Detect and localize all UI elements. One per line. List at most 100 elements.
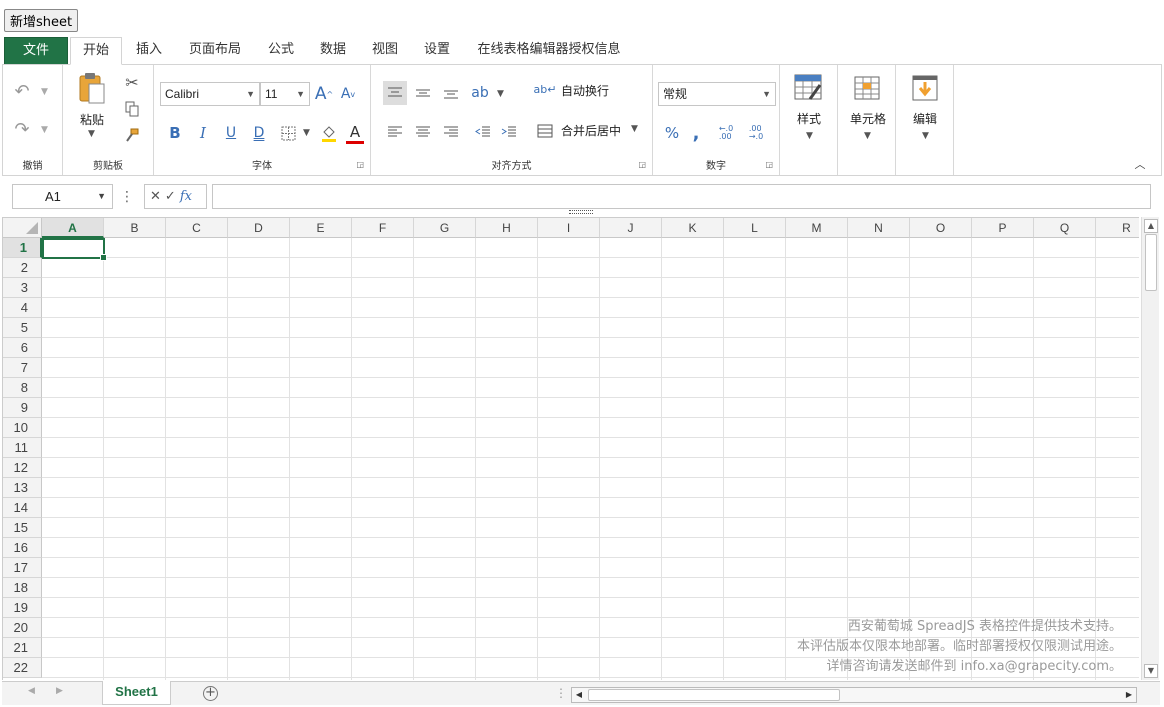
comma-style-icon[interactable]: , xyxy=(689,123,703,144)
select-all-corner[interactable] xyxy=(3,218,42,238)
tab-splitter-icon[interactable]: ⋮ xyxy=(555,686,567,700)
cancel-icon[interactable]: ✕ xyxy=(150,189,161,204)
horizontal-scroll-thumb[interactable] xyxy=(588,689,840,701)
name-box[interactable]: A1 ▼ xyxy=(12,184,113,209)
format-painter-icon[interactable] xyxy=(123,127,141,145)
row-header-8[interactable]: 8 xyxy=(3,378,42,398)
double-underline-icon[interactable]: D xyxy=(250,123,268,143)
tab-home[interactable]: 开始 xyxy=(70,37,122,65)
tab-file[interactable]: 文件 xyxy=(4,37,68,65)
column-header-c[interactable]: C xyxy=(166,218,228,238)
scroll-right-icon[interactable]: ▶ xyxy=(1122,688,1136,702)
undo-icon[interactable]: ↶ xyxy=(11,81,33,102)
column-header-l[interactable]: L xyxy=(724,218,786,238)
spreadsheet-grid[interactable]: ABCDEFGHIJKLMNOPQR 1 2 3 4 5 6 7 8 9 10 11 12 13 14 15… xyxy=(2,217,1139,680)
column-header-q[interactable]: Q xyxy=(1034,218,1096,238)
row-header-17[interactable]: 17 xyxy=(3,558,42,578)
add-sheet-tab-icon[interactable]: + xyxy=(203,686,218,701)
row-header-3[interactable]: 3 xyxy=(3,278,42,298)
active-cell[interactable] xyxy=(42,238,107,261)
row-header-13[interactable]: 13 xyxy=(3,478,42,498)
tab-data[interactable]: 数据 xyxy=(312,37,354,65)
row-header-5[interactable]: 5 xyxy=(3,318,42,338)
column-header-k[interactable]: K xyxy=(662,218,724,238)
cells-label[interactable]: 单元格 xyxy=(850,110,886,127)
column-header-d[interactable]: D xyxy=(228,218,290,238)
row-header-19[interactable]: 19 xyxy=(3,598,42,618)
column-header-i[interactable]: I xyxy=(538,218,600,238)
cell-area[interactable] xyxy=(42,238,1139,680)
percent-icon[interactable]: % xyxy=(663,123,681,143)
horizontal-scrollbar[interactable]: ◀ ▶ xyxy=(571,687,1137,703)
align-left-icon[interactable] xyxy=(383,120,407,144)
bold-icon[interactable]: B xyxy=(166,123,184,143)
row-header-14[interactable]: 14 xyxy=(3,498,42,518)
row-header-18[interactable]: 18 xyxy=(3,578,42,598)
font-size-select[interactable]: 11 ▼ xyxy=(260,82,310,106)
column-header-j[interactable]: J xyxy=(600,218,662,238)
column-header-f[interactable]: F xyxy=(352,218,414,238)
redo-icon[interactable]: ↷ xyxy=(11,119,33,140)
prev-sheet-icon[interactable]: ◀ xyxy=(28,686,35,696)
column-header-n[interactable]: N xyxy=(848,218,910,238)
align-right-icon[interactable] xyxy=(439,120,463,144)
confirm-icon[interactable]: ✓ xyxy=(165,189,176,204)
italic-icon[interactable]: I xyxy=(194,123,212,143)
tab-page-layout[interactable]: 页面布局 xyxy=(182,37,248,65)
insert-function-icon[interactable]: fx xyxy=(180,189,192,204)
increase-indent-icon[interactable] xyxy=(497,120,521,144)
number-format-select[interactable]: 常规 ▼ xyxy=(658,82,776,106)
font-dialog-launcher-icon[interactable]: ◲ xyxy=(356,160,364,169)
font-color-icon[interactable]: A xyxy=(346,122,364,144)
wrap-text-icon[interactable]: ab↵ xyxy=(534,79,557,101)
scroll-up-icon[interactable]: ▲ xyxy=(1144,219,1158,233)
more-options-icon[interactable]: ⋮ xyxy=(120,187,134,207)
row-header-12[interactable]: 12 xyxy=(3,458,42,478)
decrease-font-icon[interactable]: Av xyxy=(338,83,358,105)
row-header-21[interactable]: 21 xyxy=(3,638,42,658)
editing-caret-icon[interactable]: ▼ xyxy=(922,131,929,141)
row-header-2[interactable]: 2 xyxy=(3,258,42,278)
editing-icon[interactable] xyxy=(910,73,940,103)
row-header-22[interactable]: 22 xyxy=(3,658,42,678)
column-header-p[interactable]: P xyxy=(972,218,1034,238)
add-sheet-button[interactable]: 新增sheet xyxy=(4,9,79,32)
paste-icon[interactable] xyxy=(77,71,107,105)
decrease-decimal-icon[interactable]: .00 →.0 xyxy=(743,123,769,143)
row-header-15[interactable]: 15 xyxy=(3,518,42,538)
row-header-4[interactable]: 4 xyxy=(3,298,42,318)
styles-label[interactable]: 样式 xyxy=(797,110,821,127)
align-bottom-icon[interactable] xyxy=(439,81,463,105)
scroll-down-icon[interactable]: ▼ xyxy=(1144,664,1158,678)
tab-license-info[interactable]: 在线表格编辑器授权信息 xyxy=(470,37,628,65)
collapse-ribbon-icon[interactable]: ︿ xyxy=(1133,157,1147,171)
border-caret-icon[interactable]: ▼ xyxy=(303,128,310,138)
paste-caret-icon[interactable]: ▼ xyxy=(88,129,95,139)
font-name-select[interactable]: Calibri ▼ xyxy=(160,82,260,106)
row-header-11[interactable]: 11 xyxy=(3,438,42,458)
fill-color-icon[interactable] xyxy=(320,123,338,143)
column-header-e[interactable]: E xyxy=(290,218,352,238)
column-header-a[interactable]: A xyxy=(42,218,104,238)
paste-label[interactable]: 粘贴 xyxy=(80,111,104,128)
column-header-b[interactable]: B xyxy=(104,218,166,238)
column-header-m[interactable]: M xyxy=(786,218,848,238)
increase-font-icon[interactable]: A ^ xyxy=(314,83,334,105)
editing-label[interactable]: 编辑 xyxy=(913,110,937,127)
row-header-20[interactable]: 20 xyxy=(3,618,42,638)
styles-caret-icon[interactable]: ▼ xyxy=(806,131,813,141)
resize-handle-icon[interactable] xyxy=(569,210,593,214)
row-header-10[interactable]: 10 xyxy=(3,418,42,438)
tab-view[interactable]: 视图 xyxy=(364,37,406,65)
formula-input[interactable] xyxy=(212,184,1151,209)
undo-caret-icon[interactable]: ▼ xyxy=(41,87,48,97)
alignment-dialog-launcher-icon[interactable]: ◲ xyxy=(638,160,646,169)
column-header-g[interactable]: G xyxy=(414,218,476,238)
wrap-text-label[interactable]: 自动换行 xyxy=(561,82,609,99)
underline-icon[interactable]: U xyxy=(222,123,240,143)
row-header-9[interactable]: 9 xyxy=(3,398,42,418)
merge-center-label[interactable]: 合并后居中 xyxy=(561,122,621,139)
orientation-caret-icon[interactable]: ▼ xyxy=(497,89,504,99)
vertical-scroll-thumb[interactable] xyxy=(1145,234,1157,291)
align-top-icon[interactable] xyxy=(383,81,407,105)
